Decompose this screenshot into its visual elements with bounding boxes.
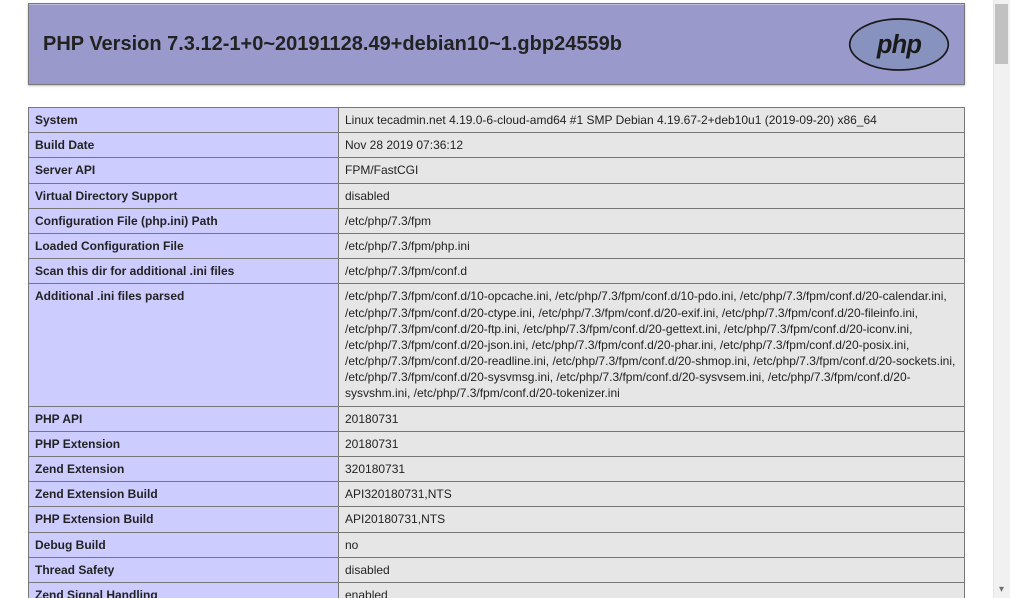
php-logo-icon: php: [848, 17, 950, 72]
config-value: API20180731,NTS: [339, 507, 965, 532]
table-row: Virtual Directory Supportdisabled: [29, 183, 965, 208]
table-row: PHP Extension20180731: [29, 431, 965, 456]
config-value: /etc/php/7.3/fpm/php.ini: [339, 233, 965, 258]
config-value: FPM/FastCGI: [339, 158, 965, 183]
table-row: Zend Extension BuildAPI320180731,NTS: [29, 482, 965, 507]
table-row: Scan this dir for additional .ini files/…: [29, 259, 965, 284]
config-key: Scan this dir for additional .ini files: [29, 259, 339, 284]
config-key: Zend Extension: [29, 457, 339, 482]
table-row: SystemLinux tecadmin.net 4.19.0-6-cloud-…: [29, 108, 965, 133]
vertical-scrollbar[interactable]: ▴ ▾: [993, 0, 1010, 598]
config-key: Virtual Directory Support: [29, 183, 339, 208]
config-value: Linux tecadmin.net 4.19.0-6-cloud-amd64 …: [339, 108, 965, 133]
config-value: /etc/php/7.3/fpm/conf.d/10-opcache.ini, …: [339, 284, 965, 406]
phpinfo-page: PHP Version 7.3.12-1+0~20191128.49+debia…: [0, 0, 993, 598]
phpinfo-table: SystemLinux tecadmin.net 4.19.0-6-cloud-…: [28, 107, 965, 598]
config-key: PHP Extension Build: [29, 507, 339, 532]
table-row: Debug Buildno: [29, 532, 965, 557]
config-key: Zend Extension Build: [29, 482, 339, 507]
table-row: Zend Signal Handlingenabled: [29, 582, 965, 598]
config-key: PHP Extension: [29, 431, 339, 456]
config-value: disabled: [339, 557, 965, 582]
config-value: /etc/php/7.3/fpm/conf.d: [339, 259, 965, 284]
config-key: Thread Safety: [29, 557, 339, 582]
config-key: System: [29, 108, 339, 133]
config-key: Server API: [29, 158, 339, 183]
config-value: 320180731: [339, 457, 965, 482]
config-value: 20180731: [339, 406, 965, 431]
config-value: API320180731,NTS: [339, 482, 965, 507]
config-value: 20180731: [339, 431, 965, 456]
config-key: Configuration File (php.ini) Path: [29, 208, 339, 233]
table-row: Server APIFPM/FastCGI: [29, 158, 965, 183]
table-row: Build DateNov 28 2019 07:36:12: [29, 133, 965, 158]
table-row: PHP Extension BuildAPI20180731,NTS: [29, 507, 965, 532]
config-value: no: [339, 532, 965, 557]
config-key: PHP API: [29, 406, 339, 431]
table-row: Additional .ini files parsed/etc/php/7.3…: [29, 284, 965, 406]
page-title: PHP Version 7.3.12-1+0~20191128.49+debia…: [43, 33, 622, 56]
phpinfo-header: PHP Version 7.3.12-1+0~20191128.49+debia…: [28, 3, 965, 85]
config-value: /etc/php/7.3/fpm: [339, 208, 965, 233]
config-value: Nov 28 2019 07:36:12: [339, 133, 965, 158]
config-key: Debug Build: [29, 532, 339, 557]
config-key: Build Date: [29, 133, 339, 158]
table-row: Loaded Configuration File/etc/php/7.3/fp…: [29, 233, 965, 258]
svg-text:php: php: [876, 31, 921, 59]
table-row: PHP API20180731: [29, 406, 965, 431]
table-row: Thread Safetydisabled: [29, 557, 965, 582]
config-value: disabled: [339, 183, 965, 208]
config-key: Additional .ini files parsed: [29, 284, 339, 406]
config-key: Loaded Configuration File: [29, 233, 339, 258]
table-row: Zend Extension320180731: [29, 457, 965, 482]
config-key: Zend Signal Handling: [29, 582, 339, 598]
table-row: Configuration File (php.ini) Path/etc/ph…: [29, 208, 965, 233]
scrollbar-thumb[interactable]: [995, 4, 1008, 64]
config-value: enabled: [339, 582, 965, 598]
scroll-down-arrow-icon[interactable]: ▾: [993, 581, 1010, 598]
